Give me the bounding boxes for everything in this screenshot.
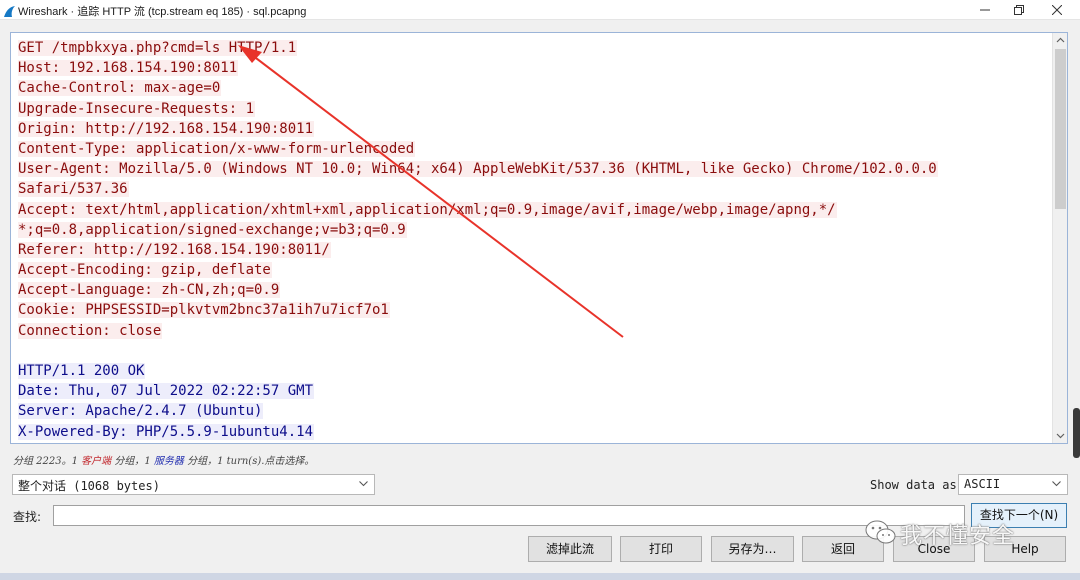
filter-out-button[interactable]: 滤掉此流	[528, 536, 612, 562]
title-bar: Wireshark · 追踪 HTTP 流 (tcp.stream eq 185…	[0, 0, 1080, 20]
back-button[interactable]: 返回	[802, 536, 884, 562]
request-line: *;q=0.8,application/signed-exchange;v=b3…	[18, 221, 407, 238]
request-line: Content-Type: application/x-www-form-url…	[18, 140, 416, 157]
response-line: X-Powered-By: PHP/5.5.9-1ubuntu4.14	[18, 423, 315, 440]
find-input[interactable]	[53, 505, 965, 526]
response-line: Date: Thu, 07 Jul 2022 02:22:57 GMT	[18, 383, 315, 400]
show-data-select[interactable]: ASCII	[958, 474, 1068, 495]
stream-text[interactable]: GET /tmpbkxya.php?cmd=ls HTTP/1.1 Host: …	[11, 33, 1053, 443]
request-line: Connection: close	[18, 322, 163, 339]
window-title: Wireshark · 追踪 HTTP 流 (tcp.stream eq 185…	[18, 6, 307, 18]
print-button[interactable]: 打印	[620, 536, 702, 562]
side-handle	[1073, 408, 1080, 458]
request-line: User-Agent: Mozilla/5.0 (Windows NT 10.0…	[18, 161, 938, 178]
minimize-button[interactable]	[968, 1, 1002, 19]
close-icon	[1052, 5, 1062, 15]
vertical-scrollbar[interactable]	[1052, 33, 1067, 443]
request-line: Cookie: PHPSESSID=plkvtvm2bnc37a1ih7u7ic…	[18, 302, 390, 319]
stream-status: 分组 2223。1 客户端 分组，1 服务器 分组，1 turn(s).点击选择…	[13, 456, 315, 467]
request-line: Referer: http://192.168.154.190:8011/	[18, 241, 331, 258]
taskbar-strip	[0, 573, 1080, 580]
close-window-button[interactable]	[1040, 1, 1074, 19]
save-as-button[interactable]: 另存为…	[711, 536, 794, 562]
minimize-icon	[980, 9, 990, 11]
response-line: Server: Apache/2.4.7 (Ubuntu)	[18, 403, 264, 420]
close-button[interactable]: Close	[893, 536, 975, 562]
response-line: HTTP/1.1 200 OK	[18, 363, 146, 379]
client-link[interactable]: 客户端	[81, 456, 111, 467]
chevron-down-icon	[359, 481, 368, 487]
restore-icon	[1014, 5, 1024, 15]
server-link[interactable]: 服务器	[154, 456, 184, 467]
stream-content-area[interactable]: GET /tmpbkxya.php?cmd=ls HTTP/1.1 Host: …	[10, 32, 1068, 444]
request-line: Accept: text/html,application/xhtml+xml,…	[18, 201, 837, 218]
help-button[interactable]: Help	[984, 536, 1066, 562]
request-line: Cache-Control: max-age=0	[18, 80, 222, 97]
restore-button[interactable]	[1002, 1, 1036, 19]
scroll-up-icon[interactable]	[1056, 36, 1065, 45]
wireshark-fin-icon	[3, 3, 16, 22]
conversation-select[interactable]: 整个对话 (1068 bytes)	[12, 474, 375, 495]
request-line: Accept-Encoding: gzip, deflate	[18, 262, 272, 279]
request-line: Upgrade-Insecure-Requests: 1	[18, 100, 256, 117]
request-line: Host: 192.168.154.190:8011	[18, 60, 239, 77]
chevron-down-icon	[1052, 481, 1061, 487]
scroll-down-icon[interactable]	[1056, 431, 1065, 440]
scrollbar-thumb[interactable]	[1055, 49, 1066, 209]
request-line: Accept-Language: zh-CN,zh;q=0.9	[18, 282, 281, 299]
request-line: Safari/537.36	[18, 181, 129, 198]
find-label: 查找:	[13, 510, 42, 524]
show-data-label: Show data as	[870, 478, 957, 492]
request-line: Origin: http://192.168.154.190:8011	[18, 120, 315, 137]
request-line: GET /tmpbkxya.php?cmd=ls HTTP/1.1	[18, 40, 298, 56]
find-next-button[interactable]: 查找下一个(N)	[971, 503, 1067, 528]
